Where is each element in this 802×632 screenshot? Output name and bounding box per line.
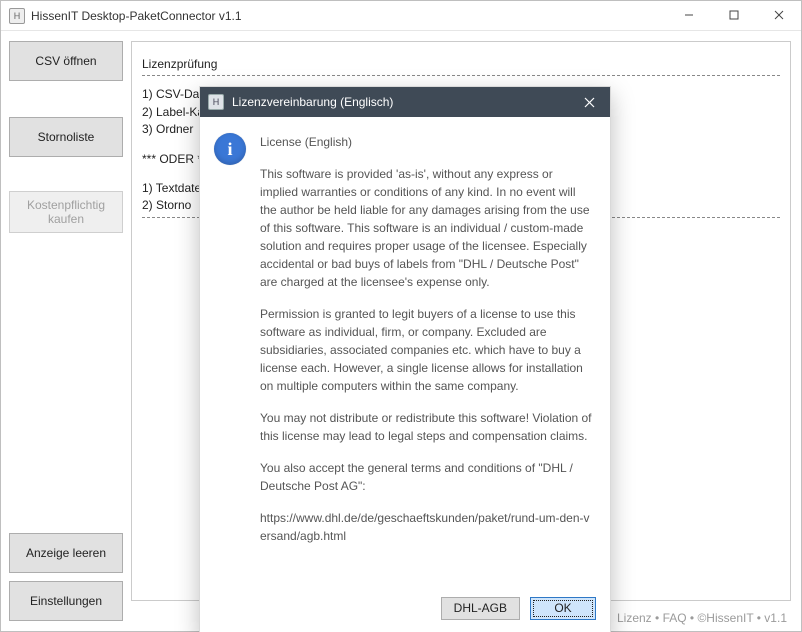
app-icon: H (9, 8, 25, 24)
license-paragraph: You also accept the general terms and co… (260, 459, 592, 495)
window-controls (666, 1, 801, 31)
dhl-agb-button[interactable]: DHL-AGB (441, 597, 520, 620)
dialog-titlebar: H Lizenzvereinbarung (Englisch) (200, 87, 610, 117)
clear-display-button[interactable]: Anzeige leeren (9, 533, 123, 573)
license-paragraph: You may not distribute or redistribute t… (260, 409, 592, 445)
license-paragraph: Permission is granted to legit buyers of… (260, 305, 592, 395)
dialog-body: i License (English) This software is pro… (200, 117, 610, 591)
divider (142, 75, 780, 76)
close-button[interactable] (756, 1, 801, 30)
minimize-button[interactable] (666, 1, 711, 30)
log-heading: Lizenzprüfung (142, 56, 780, 73)
sidebar: CSV öffnen Stornoliste Kostenpflichtig k… (1, 31, 131, 631)
ok-button[interactable]: OK (530, 597, 596, 620)
window-title: HissenIT Desktop-PaketConnector v1.1 (31, 9, 666, 23)
main-window: H HissenIT Desktop-PaketConnector v1.1 C… (0, 0, 802, 632)
dialog-button-row: DHL-AGB OK (200, 591, 610, 632)
dialog-close-button[interactable] (574, 90, 604, 114)
stornoliste-button[interactable]: Stornoliste (9, 117, 123, 157)
client-area: CSV öffnen Stornoliste Kostenpflichtig k… (1, 31, 801, 631)
dialog-title: Lizenzvereinbarung (Englisch) (232, 95, 574, 109)
csv-open-button[interactable]: CSV öffnen (9, 41, 123, 81)
info-icon: i (214, 133, 246, 165)
settings-button[interactable]: Einstellungen (9, 581, 123, 621)
buy-button[interactable]: Kostenpflichtig kaufen (9, 191, 123, 233)
footer-link-faq[interactable]: FAQ (663, 611, 687, 625)
license-dialog: H Lizenzvereinbarung (Englisch) i Licens… (199, 86, 611, 632)
titlebar: H HissenIT Desktop-PaketConnector v1.1 (1, 1, 801, 31)
license-url: https://www.dhl.de/de/geschaeftskunden/p… (260, 509, 592, 545)
footer-link-license[interactable]: Lizenz (617, 611, 652, 625)
maximize-button[interactable] (711, 1, 756, 30)
footer-copyright: ©HissenIT • v1.1 (697, 611, 787, 625)
license-paragraph: This software is provided 'as-is', witho… (260, 165, 592, 291)
license-heading: License (English) (260, 133, 592, 151)
dialog-app-icon: H (208, 94, 224, 110)
